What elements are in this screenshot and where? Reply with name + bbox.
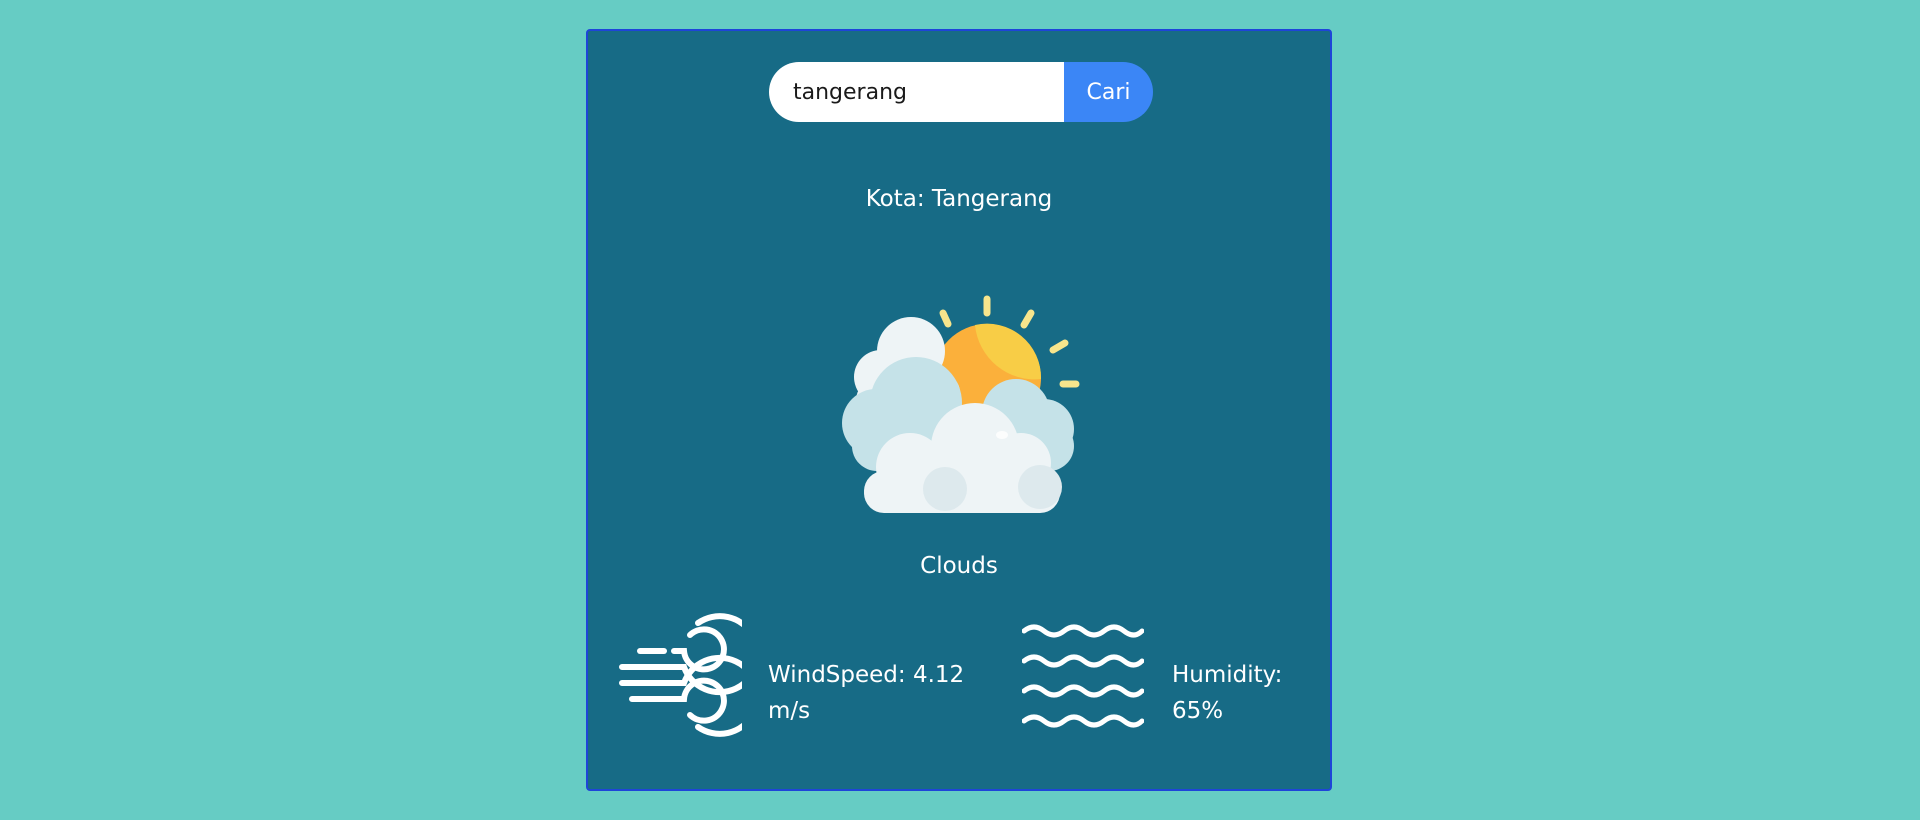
humidity-waves-icon (1022, 624, 1144, 728)
humidity-value: 65% (1172, 698, 1224, 724)
sun-behind-clouds-icon (842, 295, 1080, 513)
wind-speed-text: WindSpeed: 4.12 m/s (768, 657, 968, 729)
search-bar: Cari (769, 62, 1153, 122)
wind-icon (619, 613, 742, 737)
city-name: Kota: Tangerang (865, 186, 1053, 212)
city-search-input[interactable] (769, 62, 1064, 122)
humidity-label: Humidity: (1172, 662, 1283, 688)
search-button[interactable]: Cari (1064, 62, 1153, 122)
humidity-text: Humidity: 65% (1172, 657, 1312, 729)
weather-card: Cari Kota: Tangerang (586, 29, 1332, 791)
wind-speed-unit: m/s (768, 698, 811, 724)
wind-speed-label: WindSpeed: 4.12 (768, 662, 965, 688)
weather-condition: Clouds (920, 553, 998, 579)
